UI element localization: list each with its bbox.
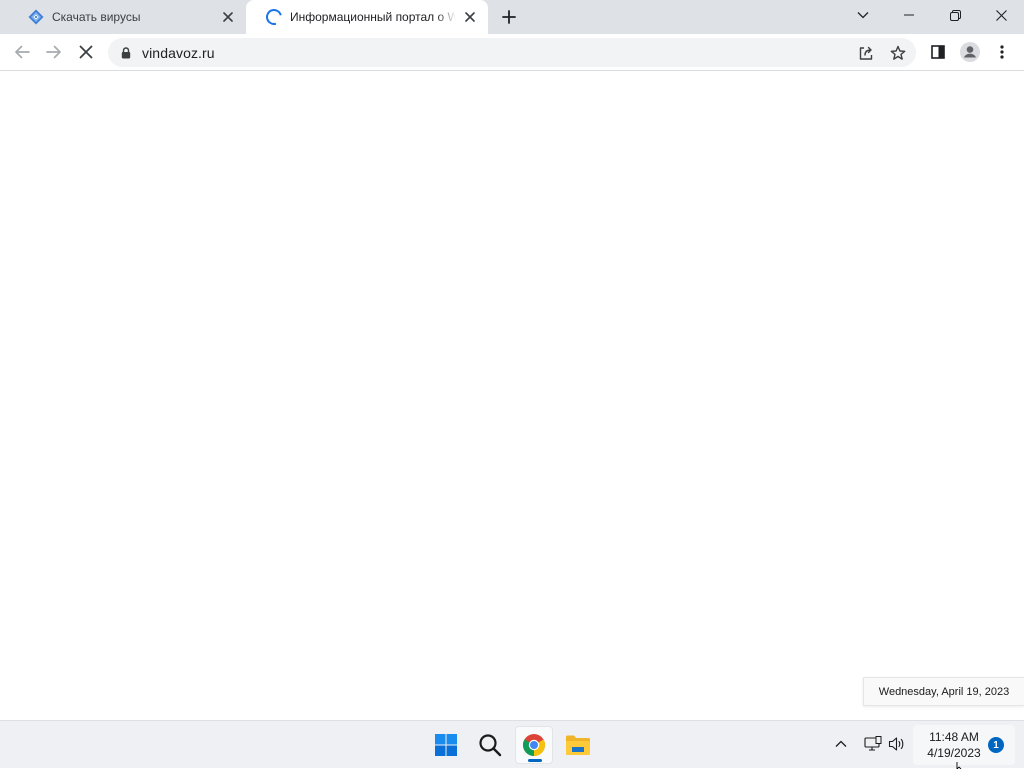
tab-strip: Скачать вирусы Информационный портал о W… [0, 0, 1024, 34]
star-icon [890, 45, 906, 60]
taskbar: 11:48 AM 4/19/2023 1 [0, 720, 1024, 769]
lock-icon[interactable] [118, 45, 134, 61]
chevron-down-icon [857, 12, 869, 19]
page-content [0, 71, 1024, 720]
plus-icon [502, 10, 516, 24]
profile-button[interactable] [956, 38, 984, 66]
close-window-button[interactable] [978, 0, 1024, 30]
taskbar-chrome[interactable] [515, 726, 553, 764]
show-hidden-icons-button[interactable] [830, 733, 852, 755]
windows-logo-icon [435, 734, 457, 756]
volume-button[interactable] [886, 733, 908, 755]
active-app-indicator [528, 759, 542, 762]
speaker-icon [888, 737, 904, 751]
arrow-right-icon [46, 45, 61, 59]
search-icon [479, 734, 502, 757]
tab-title: Информационный портал о Windows [290, 10, 456, 24]
tab-close-icon[interactable] [220, 9, 236, 25]
forward-button[interactable] [40, 38, 68, 66]
network-icon [864, 736, 882, 751]
tab-close-icon[interactable] [462, 9, 478, 25]
network-status-button[interactable] [862, 733, 884, 755]
tab-skachat-virusy[interactable]: Скачать вирусы [8, 0, 246, 34]
side-panel-icon [931, 45, 945, 59]
share-button[interactable] [854, 41, 878, 65]
kebab-menu-icon [1000, 45, 1004, 59]
url-text[interactable]: vindavoz.ru [142, 45, 215, 61]
search-button[interactable] [471, 726, 509, 764]
tab-informacionnyi-portal[interactable]: Информационный портал о Windows [246, 0, 488, 34]
bookmark-button[interactable] [886, 41, 910, 65]
folder-icon [566, 735, 590, 755]
tab-search-button[interactable] [840, 0, 886, 30]
close-icon [995, 9, 1007, 21]
clock-time: 11:48 AM [929, 730, 979, 744]
restore-button[interactable] [932, 0, 978, 30]
side-panel-button[interactable] [924, 38, 952, 66]
tab-title: Скачать вирусы [52, 10, 141, 24]
chrome-icon [523, 734, 545, 756]
diamond-logo-icon [28, 9, 44, 25]
chevron-up-icon [835, 740, 847, 747]
system-clock[interactable]: 11:48 AM 4/19/2023 1 [913, 725, 1015, 765]
chrome-menu-button[interactable] [988, 38, 1016, 66]
date-tooltip: Wednesday, April 19, 2023 [863, 677, 1024, 706]
notification-badge[interactable]: 1 [988, 737, 1004, 753]
stop-loading-button[interactable] [72, 38, 100, 66]
back-button[interactable] [8, 38, 36, 66]
loading-spinner-icon [263, 6, 285, 28]
new-tab-button[interactable] [497, 5, 521, 29]
restore-icon [949, 9, 961, 21]
minimize-button[interactable] [886, 0, 932, 30]
taskbar-file-explorer[interactable] [559, 726, 597, 764]
stop-x-icon [79, 45, 93, 59]
start-button[interactable] [427, 726, 465, 764]
address-bar[interactable]: vindavoz.ru [108, 38, 916, 67]
share-icon [859, 46, 873, 60]
avatar-icon [960, 42, 980, 62]
clock-date: 4/19/2023 [927, 746, 981, 760]
arrow-left-icon [15, 45, 30, 59]
browser-toolbar: vindavoz.ru [0, 34, 1024, 71]
minimize-icon [904, 14, 914, 16]
